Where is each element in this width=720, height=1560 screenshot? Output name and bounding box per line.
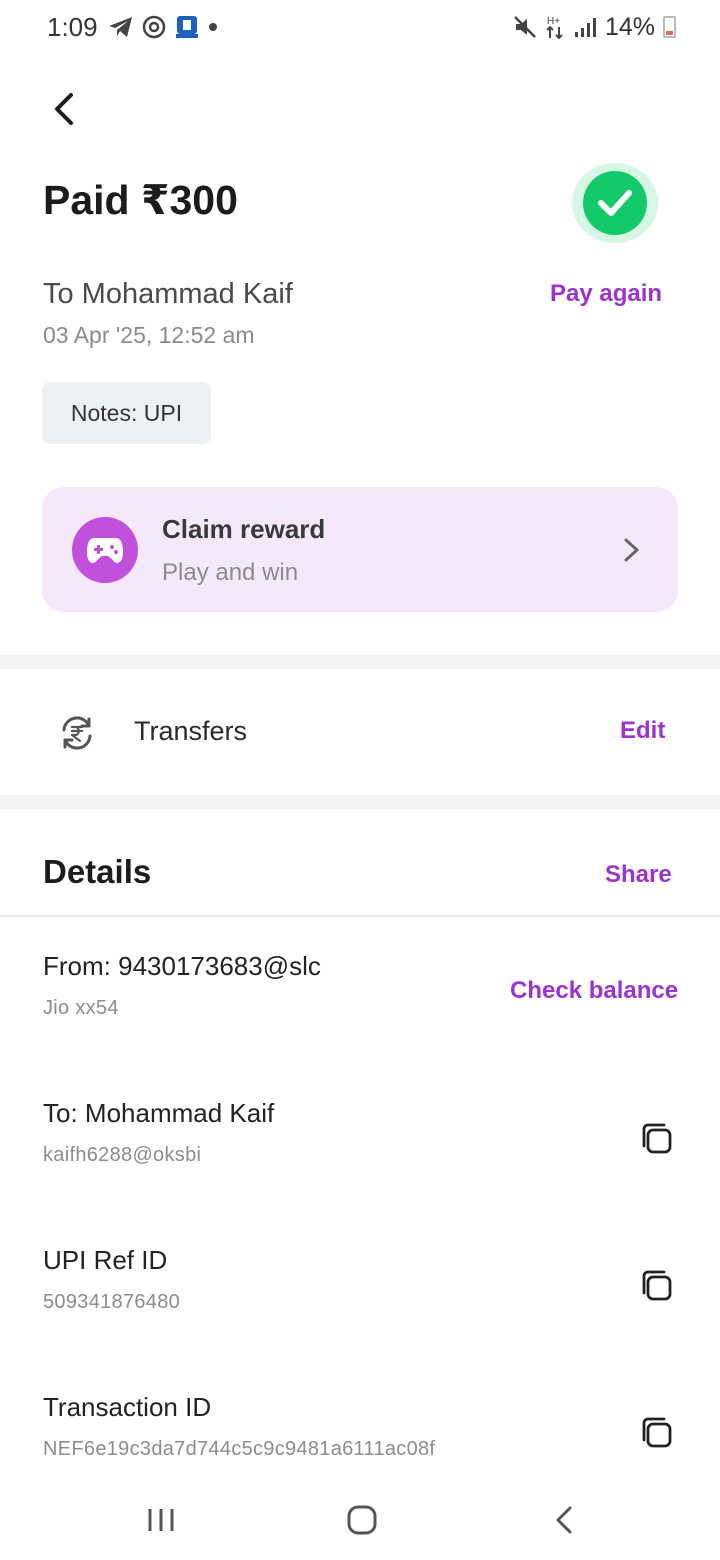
check-circle-icon xyxy=(598,190,632,216)
status-time: 1:09 xyxy=(47,12,98,42)
svg-text:H+: H+ xyxy=(547,16,560,27)
circle-app-icon xyxy=(142,15,166,39)
data-arrows-icon: H+ xyxy=(546,16,563,40)
back-icon[interactable] xyxy=(552,1505,576,1535)
copy-icon[interactable] xyxy=(638,1414,676,1452)
upi-ref-label: UPI Ref ID xyxy=(43,1245,168,1275)
chevron-right-icon xyxy=(624,538,639,562)
pay-again-button[interactable]: Pay again xyxy=(550,280,662,308)
from-bank: Jio xx54 xyxy=(43,997,119,1019)
notes-chip: Notes: UPI xyxy=(42,382,211,444)
section-divider xyxy=(0,795,720,809)
to-recipient: To: Mohammad Kaif xyxy=(43,1098,275,1128)
from-account: From: 9430173683@slc xyxy=(43,951,321,981)
recent-apps-icon[interactable] xyxy=(146,1505,176,1535)
dot-icon xyxy=(209,23,217,31)
battery-percent: 14% xyxy=(604,12,655,41)
claim-reward-card[interactable]: Claim reward Play and win xyxy=(42,487,678,612)
bank-app-icon xyxy=(176,16,198,38)
reward-icon-circle xyxy=(72,517,138,583)
gamepad-icon xyxy=(87,538,123,563)
success-badge xyxy=(572,163,658,243)
status-icons-left xyxy=(108,12,218,42)
edit-category-button[interactable]: Edit xyxy=(620,717,665,745)
copy-icon[interactable] xyxy=(638,1120,676,1158)
reward-subtitle: Play and win xyxy=(162,559,299,586)
details-divider xyxy=(0,915,720,917)
details-title: Details xyxy=(43,853,152,890)
upi-ref-value: 509341876480 xyxy=(43,1291,181,1313)
signal-icon xyxy=(574,18,596,37)
reward-title: Claim reward xyxy=(162,514,326,544)
transaction-id-label: Transaction ID xyxy=(43,1392,212,1422)
status-bar: 1:09 H+ 14% xyxy=(0,0,720,56)
battery-icon xyxy=(663,16,676,38)
status-icons-right: H+ 14% xyxy=(513,12,676,42)
telegram-icon xyxy=(109,17,132,37)
home-icon[interactable] xyxy=(346,1504,378,1536)
to-upi-id: kaifh6288@oksbi xyxy=(43,1144,202,1166)
payment-datetime: 03 Apr '25, 12:52 am xyxy=(43,322,255,348)
back-arrow-icon xyxy=(55,93,73,125)
back-button[interactable] xyxy=(44,88,84,130)
share-button[interactable]: Share xyxy=(605,861,672,889)
rupee-transfer-icon xyxy=(62,716,92,750)
transaction-id-value: NEF6e19c3da7d744c5c9c9481a6111ac08f xyxy=(43,1438,436,1460)
page-title: Paid ₹300 xyxy=(43,177,238,223)
recipient-name: To Mohammad Kaif xyxy=(43,278,293,310)
section-divider xyxy=(0,655,720,669)
copy-icon[interactable] xyxy=(638,1267,676,1305)
category-label: Transfers xyxy=(134,716,248,746)
mute-icon xyxy=(514,16,536,38)
check-balance-button[interactable]: Check balance xyxy=(510,977,678,1005)
